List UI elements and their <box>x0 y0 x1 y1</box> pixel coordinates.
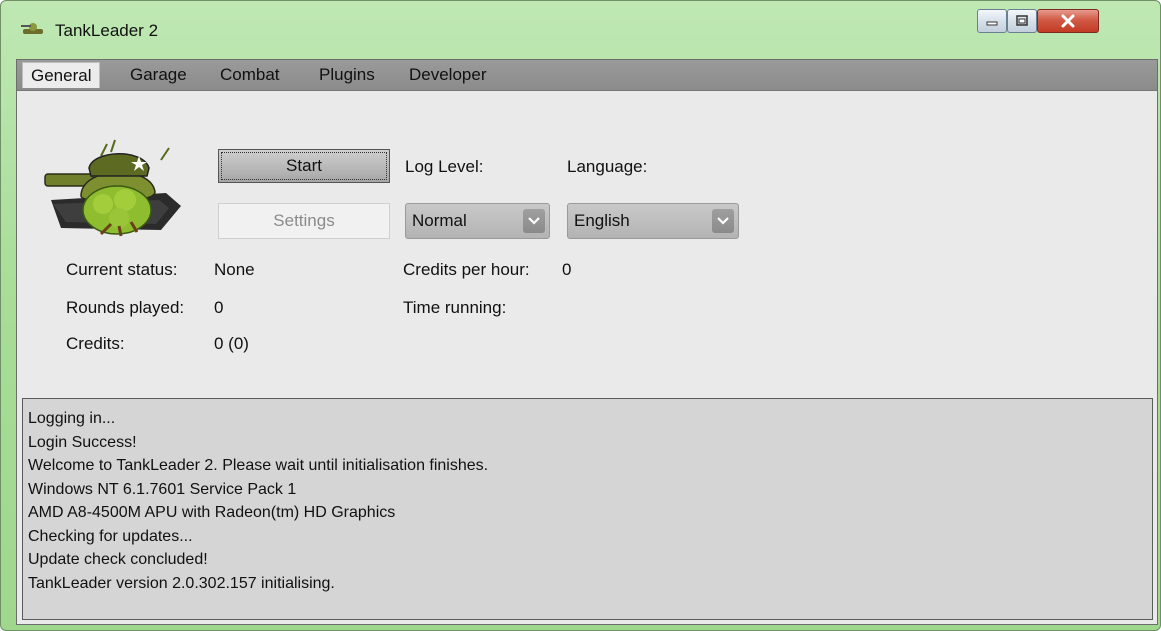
log-line: Update check concluded! <box>28 551 208 568</box>
minimize-icon <box>986 21 998 26</box>
tab-developer[interactable]: Developer <box>401 62 495 88</box>
log-output-panel[interactable]: Logging in... Login Success! Welcome to … <box>22 398 1153 620</box>
chevron-down-icon <box>523 209 545 233</box>
log-level-label: Log Level: <box>405 157 484 176</box>
log-line: TankLeader version 2.0.302.157 initialis… <box>28 574 335 592</box>
rounds-played-value: 0 <box>214 298 224 317</box>
tab-garage[interactable]: Garage <box>122 62 195 88</box>
current-status-label: Current status: <box>66 260 178 279</box>
chevron-down-icon <box>712 209 734 233</box>
log-line: AMD A8-4500M APU with Radeon(tm) HD Grap… <box>28 504 396 521</box>
close-icon <box>1061 14 1075 28</box>
credits-per-hour-value: 0 <box>562 260 572 279</box>
tank-mascot-logo <box>44 139 181 237</box>
settings-button[interactable]: Settings <box>218 203 390 239</box>
log-line: Logging in... <box>28 410 116 427</box>
log-line: Login Success! <box>28 433 137 451</box>
client-area: General Garage Combat Plugins Developer … <box>16 59 1158 625</box>
rounds-played-label: Rounds played: <box>66 298 185 317</box>
window-title: TankLeader 2 <box>55 21 159 40</box>
credits-value: 0 (0) <box>214 334 249 353</box>
log-level-dropdown[interactable]: Normal <box>405 203 550 239</box>
credits-label: Credits: <box>66 334 125 353</box>
current-status-value: None <box>214 260 255 279</box>
tab-plugins[interactable]: Plugins <box>311 62 383 88</box>
language-label: Language: <box>567 157 648 176</box>
maximize-icon <box>1016 15 1028 26</box>
tank-app-icon <box>21 23 43 34</box>
credits-per-hour-label: Credits per hour: <box>403 260 530 279</box>
log-level-value: Normal <box>412 211 467 230</box>
log-line: Welcome to TankLeader 2. Please wait unt… <box>28 457 489 474</box>
time-running-label: Time running: <box>403 298 507 317</box>
log-line: Windows NT 6.1.7601 Service Pack 1 <box>28 480 297 498</box>
tab-combat[interactable]: Combat <box>212 62 288 88</box>
tab-general[interactable]: General <box>22 62 101 88</box>
maximize-button[interactable] <box>1007 9 1037 33</box>
language-dropdown[interactable]: English <box>567 203 739 239</box>
close-button[interactable] <box>1037 9 1099 33</box>
log-line: Checking for updates... <box>28 527 193 545</box>
tab-strip: General Garage Combat Plugins Developer <box>17 60 1157 91</box>
language-value: English <box>574 211 630 230</box>
title-bar[interactable]: TankLeader 2 <box>1 1 1160 51</box>
app-window: TankLeader 2 General Garage Combat Plugi… <box>0 0 1161 631</box>
minimize-button[interactable] <box>977 9 1007 33</box>
start-button[interactable]: Start <box>218 149 390 183</box>
